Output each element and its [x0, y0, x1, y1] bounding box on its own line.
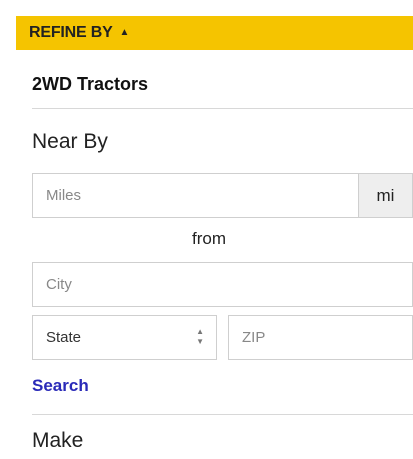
category-title: 2WD Tractors	[32, 74, 149, 94]
state-select-value: State	[46, 329, 82, 346]
zip-input[interactable]: ZIP	[228, 315, 413, 360]
search-link[interactable]: Search	[32, 376, 89, 396]
near-by-heading: Near By	[32, 130, 108, 153]
state-select[interactable]: State ▲ ▼	[32, 315, 217, 360]
make-heading[interactable]: Make	[32, 429, 83, 453]
refine-by-label: REFINE BY	[29, 24, 113, 41]
from-label: from	[192, 229, 226, 248]
divider	[32, 108, 413, 109]
select-arrows-icon: ▲ ▼	[196, 327, 204, 346]
caret-up-icon: ▲	[119, 26, 130, 38]
city-input[interactable]: City	[32, 262, 413, 307]
miles-unit-addon: mi	[358, 173, 413, 218]
divider	[32, 414, 413, 415]
miles-input[interactable]: Miles	[32, 173, 358, 218]
refine-by-header[interactable]: REFINE BY ▲	[16, 16, 413, 50]
